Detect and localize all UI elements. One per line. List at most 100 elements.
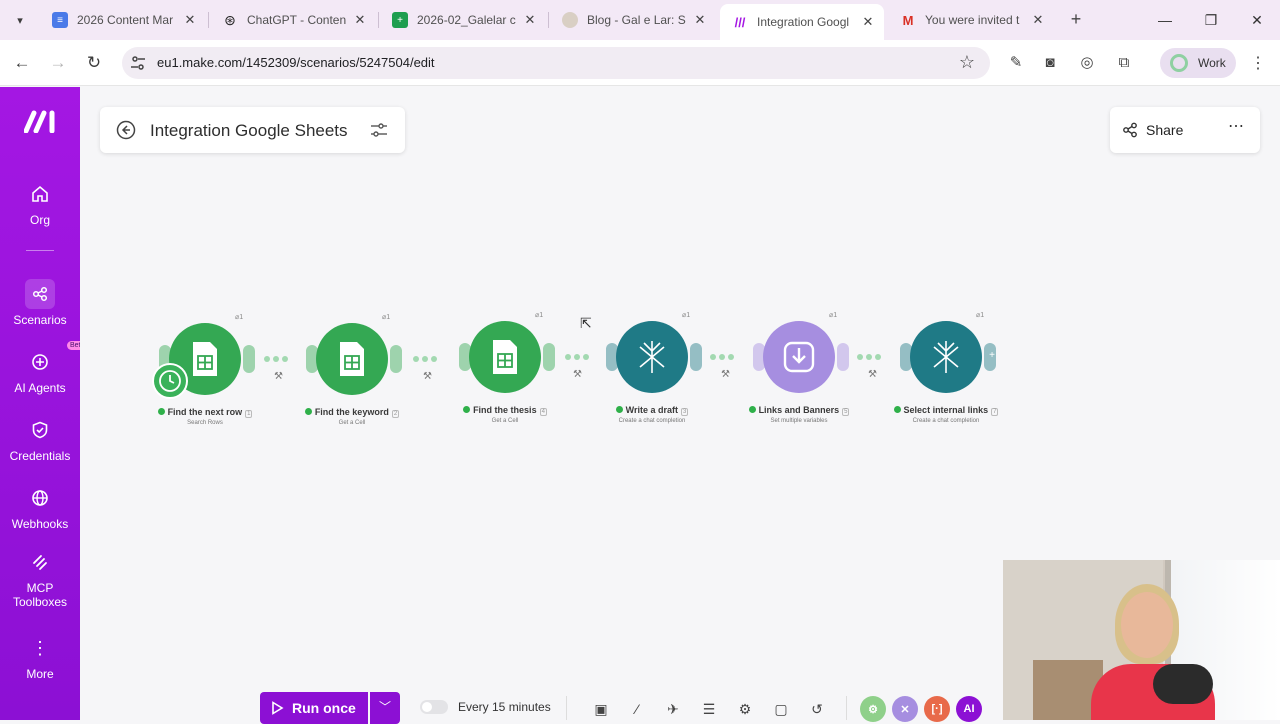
sidebar-item-ai-agents[interactable]: Beta AI Agents <box>0 341 88 395</box>
close-tab-icon[interactable]: ✕ <box>182 12 198 28</box>
close-tab-icon[interactable]: ✕ <box>522 12 538 28</box>
bookmark-star-icon[interactable]: ☆ <box>959 52 975 73</box>
note-icon[interactable]: ▢ <box>772 700 790 718</box>
extension-badge-icon[interactable]: ◎ <box>1077 53 1097 73</box>
close-tab-icon[interactable]: ✕ <box>1030 12 1046 28</box>
tab-title: Blog - Gal e Lar: Sr <box>587 13 686 27</box>
browser-tab-1[interactable]: ≡ 2026 Content Mar ✕ <box>40 6 206 34</box>
tab-search-button[interactable]: ▾ <box>8 8 32 32</box>
toolbar-divider <box>846 696 847 720</box>
site-settings-icon[interactable] <box>130 55 146 71</box>
close-window-button[interactable]: ✕ <box>1247 10 1267 30</box>
module-handle <box>690 343 702 371</box>
back-circle-icon[interactable] <box>116 120 136 140</box>
gear-icon[interactable]: ⚙ <box>736 700 754 718</box>
sidebar-item-scenarios[interactable]: Scenarios <box>0 279 80 327</box>
browser-tab-6[interactable]: M You were invited t ✕ <box>888 6 1054 34</box>
wrench-icon[interactable]: ⚒ <box>274 371 283 382</box>
status-ok-icon <box>304 408 312 415</box>
run-options-chevron-icon[interactable]: ﹀ <box>370 692 400 724</box>
forward-arrow-icon[interactable]: → <box>46 51 70 75</box>
connector-dots <box>264 356 288 362</box>
add-module-plus-icon[interactable]: + <box>987 351 997 361</box>
close-tab-icon[interactable]: ✕ <box>692 12 708 28</box>
wrench-icon[interactable]: ⚒ <box>573 369 582 380</box>
mcp-icon <box>25 547 55 577</box>
new-tab-button[interactable]: + <box>1066 10 1086 30</box>
table-icon[interactable]: ☰ <box>700 700 718 718</box>
sidebar-item-mcp-toolboxes[interactable]: MCP Toolboxes <box>0 547 80 609</box>
status-ok-icon <box>748 406 756 413</box>
operations-count: ⌀1 <box>235 314 244 321</box>
site-icon <box>562 12 578 28</box>
magic-wand-icon[interactable]: ⁄ <box>628 700 646 718</box>
make-logo[interactable] <box>24 109 58 133</box>
pen-extension-icon[interactable]: ✎ <box>1006 53 1026 73</box>
close-tab-icon[interactable]: ✕ <box>352 12 368 28</box>
schedule-toggle[interactable]: Every 15 minutes <box>420 700 551 714</box>
flow-control-icon[interactable]: ✕ <box>892 696 918 722</box>
save-icon[interactable]: ▣ <box>592 700 610 718</box>
status-ok-icon <box>615 406 623 413</box>
plane-icon[interactable]: ✈ <box>664 700 682 718</box>
scenario-name[interactable]: Integration Google Sheets <box>150 121 348 141</box>
tools-app-icon[interactable]: ⚙ <box>860 696 886 722</box>
run-once-label: Run once <box>292 700 356 716</box>
address-bar[interactable]: eu1.make.com/1452309/scenarios/5247504/e… <box>122 47 990 79</box>
sidebar-item-label: AI Agents <box>14 381 66 395</box>
status-ok-icon <box>893 406 901 413</box>
schedule-clock-icon[interactable] <box>152 363 188 399</box>
globe-icon <box>25 483 55 513</box>
ai-agents-icon: Beta <box>25 341 88 377</box>
sidebar-divider <box>26 250 54 251</box>
browser-toolbar: ← → ↻ eu1.make.com/1452309/scenarios/524… <box>0 40 1280 86</box>
ai-tools-icon[interactable]: AI <box>956 696 982 722</box>
sidebar-item-org[interactable]: Org <box>0 179 80 227</box>
wrench-icon[interactable]: ⚒ <box>868 369 877 380</box>
reload-icon[interactable]: ↻ <box>82 51 106 75</box>
play-icon <box>272 701 284 715</box>
module-sublabel: Search Rows <box>187 420 223 426</box>
share-card: Share ⋯ <box>1110 107 1260 153</box>
schedule-switch[interactable] <box>420 700 448 714</box>
extensions-puzzle-icon[interactable]: ⧉ <box>1114 53 1134 73</box>
module-sublabel: Get a Cell <box>491 418 519 424</box>
google-sheets-icon: + <box>392 12 408 28</box>
google-sheets-icon <box>469 321 541 393</box>
run-once-button[interactable]: Run once <box>260 692 368 724</box>
operations-count: ⌀1 <box>829 312 838 319</box>
history-icon[interactable]: ↺ <box>808 700 826 718</box>
back-arrow-icon[interactable]: ← <box>10 51 34 75</box>
shield-icon <box>25 415 55 445</box>
make-sidebar: Org Scenarios Beta AI Agents Credentials <box>0 87 88 720</box>
module-label: Links and Banners 5 <box>719 405 879 416</box>
sidebar-item-more[interactable]: ⋮ More <box>0 633 80 682</box>
sidebar-item-webhooks[interactable]: Webhooks <box>0 483 80 531</box>
sidebar-item-credentials[interactable]: Credentials <box>0 415 80 463</box>
more-options-icon[interactable]: ⋯ <box>1222 116 1250 144</box>
restore-window-button[interactable]: ❐ <box>1201 10 1221 30</box>
close-tab-icon[interactable]: ✕ <box>860 14 876 30</box>
scenario-settings-icon[interactable] <box>370 121 388 139</box>
minimize-window-button[interactable]: — <box>1155 10 1175 30</box>
browser-tab-bar: ▾ ≡ 2026 Content Mar ✕ ⊛ ChatGPT - Conte… <box>0 0 1280 40</box>
browser-tab-4[interactable]: Blog - Gal e Lar: Sr ✕ <box>550 6 716 34</box>
browser-menu-icon[interactable]: ⋮ <box>1250 53 1266 73</box>
url-text[interactable]: eu1.make.com/1452309/scenarios/5247504/e… <box>157 55 435 70</box>
browser-tab-2[interactable]: ⊛ ChatGPT - Conten ✕ <box>210 6 376 34</box>
module-sublabel: Create a chat completion <box>618 418 686 424</box>
module-label: Find the next row 1 <box>125 407 285 418</box>
text-parser-icon[interactable]: [·] <box>924 696 950 722</box>
status-ok-icon <box>463 406 471 413</box>
ai-sparkle-icon <box>616 321 688 393</box>
browser-tab-5-active[interactable]: /// Integration Googl ✕ <box>720 4 884 40</box>
tab-separator <box>378 12 379 28</box>
module-sublabel: Create a chat completion <box>912 418 980 424</box>
sidebar-item-label: More <box>26 667 54 681</box>
wrench-icon[interactable]: ⚒ <box>721 369 730 380</box>
browser-tab-3[interactable]: + 2026-02_Galelar c ✕ <box>380 6 546 34</box>
camera-extension-icon[interactable]: ◙ <box>1040 53 1060 73</box>
profile-button[interactable]: Work <box>1160 48 1236 78</box>
wrench-icon[interactable]: ⚒ <box>423 371 432 382</box>
share-button[interactable]: Share <box>1122 116 1183 144</box>
